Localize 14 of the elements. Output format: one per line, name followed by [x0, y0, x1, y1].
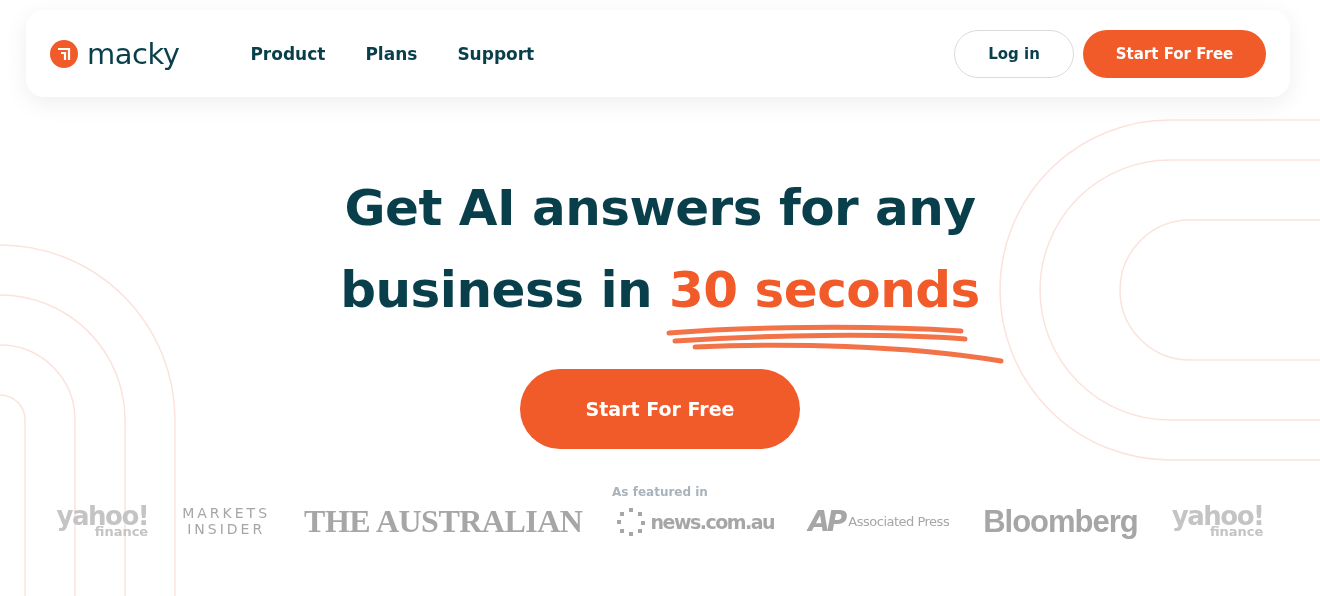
brand-name: macky: [87, 36, 180, 71]
nav-link[interactable]: Plans: [365, 43, 418, 64]
login-button[interactable]: Log in: [954, 29, 1074, 78]
australian-logo: THE AUSTRALIAN: [304, 503, 583, 540]
markets-logo: MARKETS INSIDER: [182, 506, 271, 537]
nav-link[interactable]: Product: [250, 43, 326, 64]
featured-label: As featured in: [612, 485, 708, 499]
nav-link[interactable]: Support: [457, 43, 535, 64]
yahoo-logo: yahoo! finance: [1171, 505, 1264, 538]
bloomberg-logo: Bloomberg: [983, 503, 1138, 540]
logo-icon: [50, 39, 78, 68]
yahoo-logo: yahoo! finance: [56, 505, 149, 538]
news-logo: news.com.au: [616, 506, 775, 537]
headline: Get AI answers for any business in 30 seconds: [310, 167, 1010, 331]
